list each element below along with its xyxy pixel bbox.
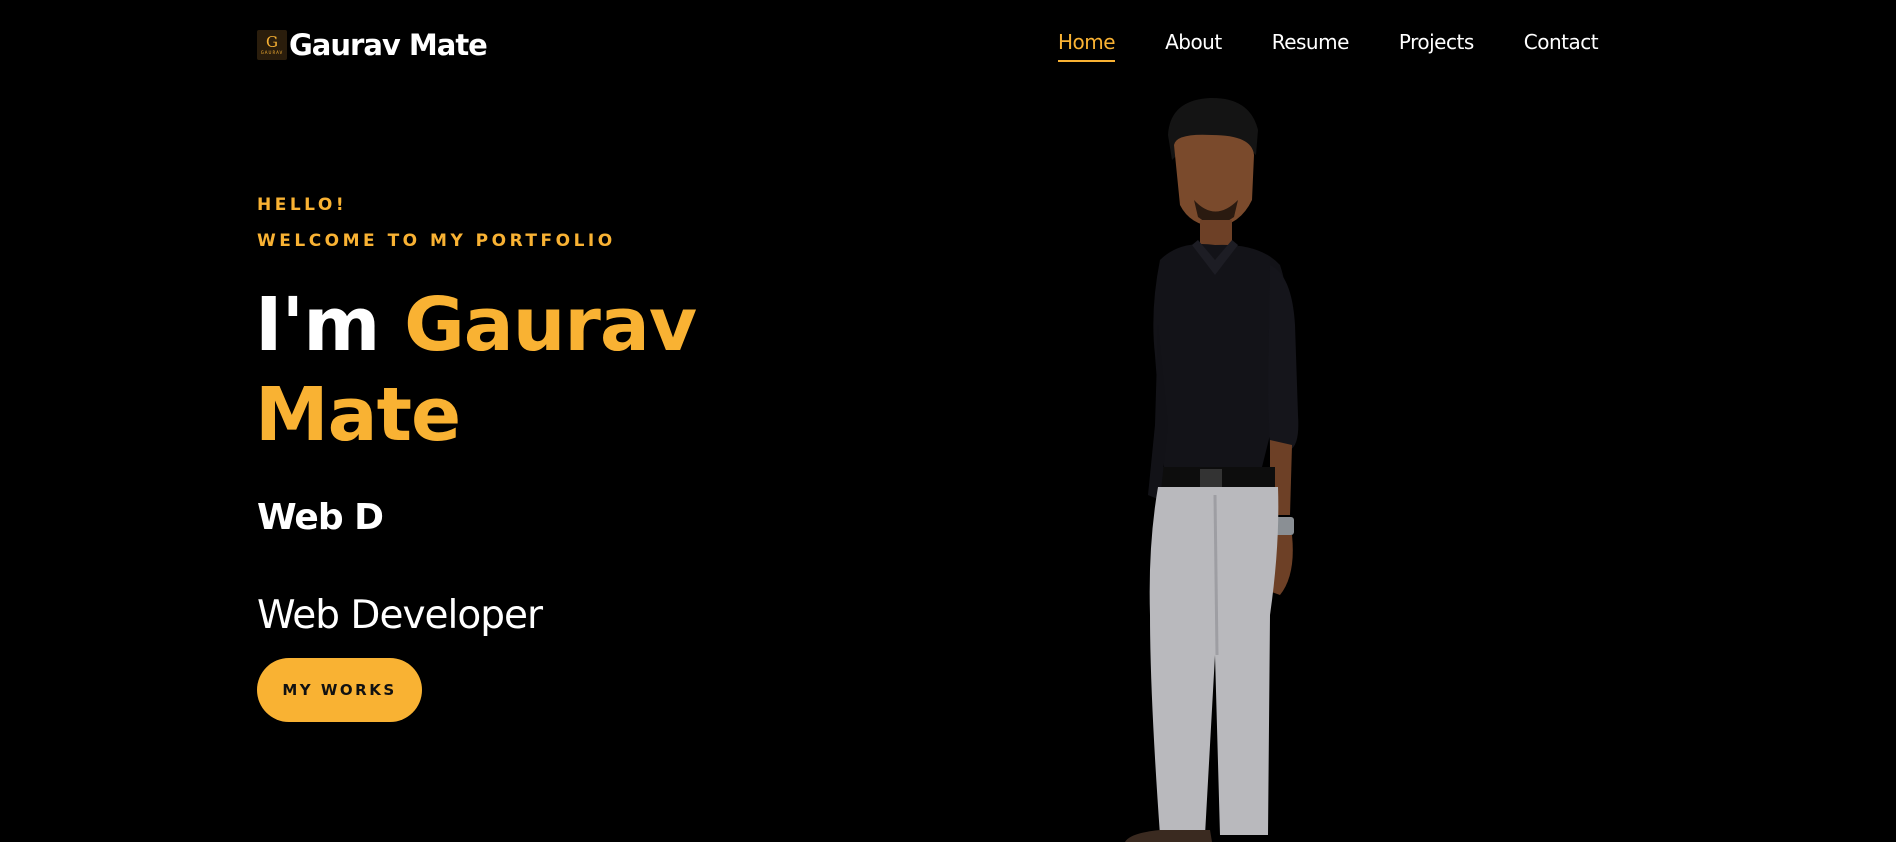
portrait-image xyxy=(1125,97,1299,842)
nav-item-projects[interactable]: Projects xyxy=(1399,30,1474,54)
hero-intro: I'm xyxy=(255,282,405,368)
logo-mark-sub: GAURAV xyxy=(260,50,284,55)
hero-typed-text: Web D xyxy=(257,497,384,538)
hero-name-first: Gaurav xyxy=(404,282,697,368)
logo-text: Gaurav Mate xyxy=(289,28,488,62)
my-works-button[interactable]: MY WORKS xyxy=(257,658,422,722)
main-nav: Home About Resume Projects Contact xyxy=(1058,30,1599,62)
nav-item-resume[interactable]: Resume xyxy=(1272,30,1350,54)
hero-name-last: Mate xyxy=(255,372,461,458)
hero-welcome: WELCOME TO MY PORTFOLIO xyxy=(257,231,616,251)
hero-headline: I'm Gaurav Mate xyxy=(255,280,815,460)
hero-role: Web Developer xyxy=(257,593,543,638)
hero-greeting: HELLO! xyxy=(257,195,348,215)
nav-item-home[interactable]: Home xyxy=(1058,30,1116,62)
nav-item-about[interactable]: About xyxy=(1165,30,1222,54)
nav-item-contact[interactable]: Contact xyxy=(1524,30,1599,54)
logo-mark-letter: G xyxy=(266,33,278,51)
site-logo[interactable]: G GAURAV Gaurav Mate xyxy=(257,28,488,62)
logo-icon: G GAURAV xyxy=(257,30,287,60)
